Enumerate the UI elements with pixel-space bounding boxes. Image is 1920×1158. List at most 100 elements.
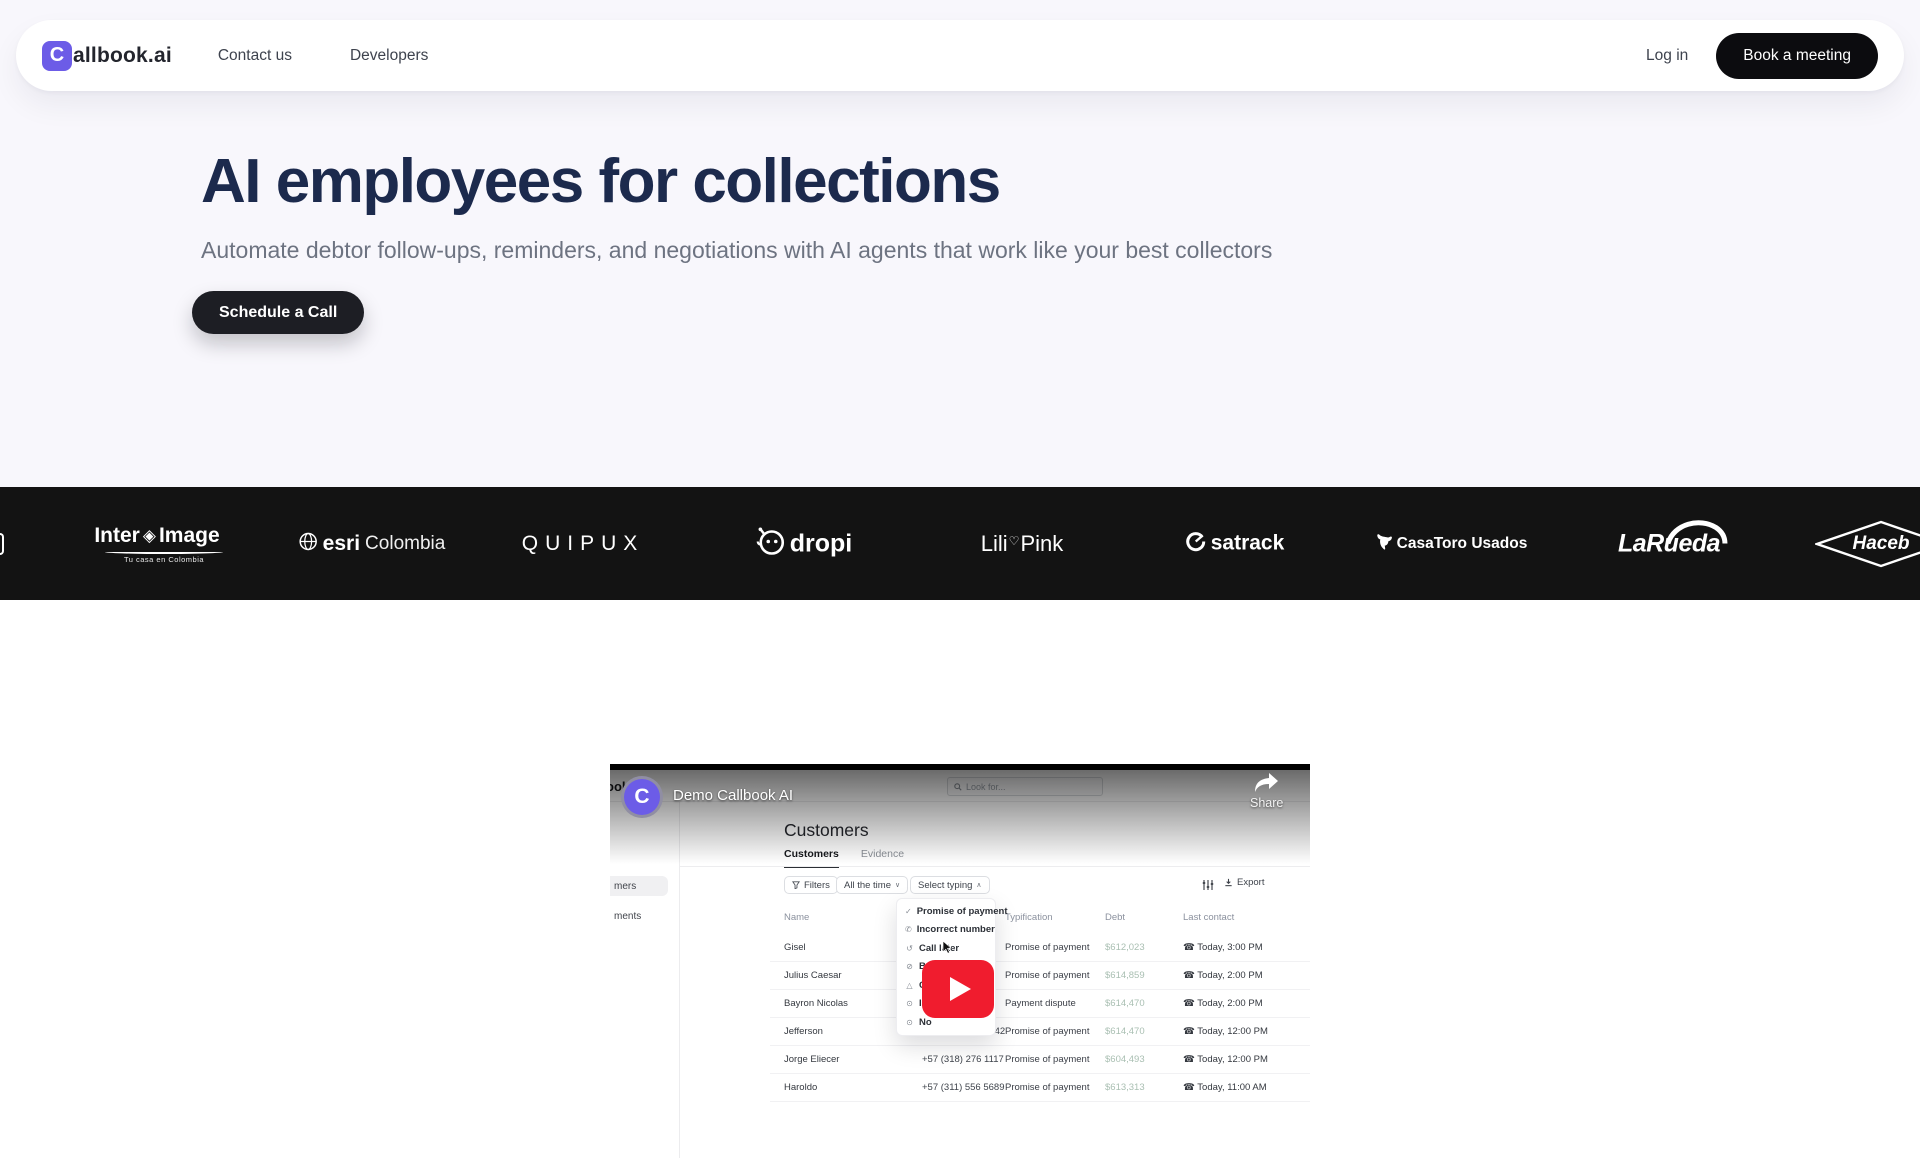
logo-quipux: QUIPUX xyxy=(522,532,645,556)
cell-phone: +57 (318) 276 1117 xyxy=(922,1046,1004,1074)
table-row[interactable]: Haroldo+57 (311) 556 5689Promise of paym… xyxy=(770,1074,1310,1102)
sidebar-item-label: mers xyxy=(614,881,636,892)
cell-name: Haroldo xyxy=(784,1074,817,1102)
export-button[interactable]: Export xyxy=(1224,877,1264,888)
chevron-up-icon: ∧ xyxy=(976,881,981,889)
cell-debt: $613,313 xyxy=(1105,1074,1145,1102)
logo-text: satrack xyxy=(1211,532,1285,556)
login-link[interactable]: Log in xyxy=(1646,47,1688,65)
table-header-Last contact: Last contact xyxy=(1183,912,1234,923)
schedule-call-button[interactable]: Schedule a Call xyxy=(192,291,364,334)
logo-dropi: dropi xyxy=(756,526,853,561)
cell-last-contact: ☎ Today, 3:00 PM xyxy=(1183,934,1263,962)
table-row[interactable]: Julius Caesar Promise of payment $614,859 ☎… xyxy=(770,962,1310,990)
demo-video-player[interactable]: ook Look for... mersments Customers Cust… xyxy=(610,764,1310,1158)
filters-button[interactable]: Filters xyxy=(784,876,838,894)
dropdown-option-label: Incorrect number xyxy=(917,924,995,935)
dropdown-option[interactable]: ✆Incorrect number xyxy=(897,921,995,940)
wheel-arc-icon xyxy=(1666,517,1728,550)
cell-typification: Promise of payment xyxy=(1005,1018,1089,1046)
app-search-input[interactable]: Look for... xyxy=(947,777,1103,796)
search-placeholder: Look for... xyxy=(966,782,1006,792)
clock-icon: ⊙ xyxy=(905,999,914,1008)
dropdown-option-label: No xyxy=(919,1017,932,1028)
time-filter-dropdown[interactable]: All the time ∨ xyxy=(836,876,908,894)
tab-customers[interactable]: Customers xyxy=(784,848,839,868)
filters-label: Filters xyxy=(804,880,830,891)
cell-last-contact: ☎ Today, 11:00 AM xyxy=(1183,1074,1267,1102)
table-row[interactable]: Bayron Nicolas Payment dispute $614,470 ☎ T… xyxy=(770,990,1310,1018)
table-row[interactable]: Jefferson+57 (324) 394 8142Promise of pa… xyxy=(770,1018,1310,1046)
column-settings-button[interactable] xyxy=(1202,878,1214,896)
book-meeting-button[interactable]: Book a meeting xyxy=(1716,33,1878,79)
logo-text: Inter xyxy=(94,524,140,548)
typing-filter-dropdown[interactable]: Select typing ∧ xyxy=(910,876,990,894)
cell-debt: $614,859 xyxy=(1105,962,1145,990)
cell-typification: Payment dispute xyxy=(1005,990,1076,1018)
video-title[interactable]: Demo Callbook AI xyxy=(673,787,793,804)
channel-avatar[interactable]: C xyxy=(621,776,663,818)
cell-typification: Promise of payment xyxy=(1005,962,1089,990)
tab-evidence[interactable]: Evidence xyxy=(861,848,904,868)
check-icon: ✓ xyxy=(905,907,912,916)
sidebar-item-ments[interactable]: ments xyxy=(610,906,668,926)
cell-name: Jefferson xyxy=(784,1018,823,1046)
cut-logo-fragment xyxy=(0,533,4,555)
cell-name: Jorge Eliecer xyxy=(784,1046,839,1074)
sidebar-item-label: ments xyxy=(614,911,641,922)
circle-icon: ⊙ xyxy=(905,1018,914,1027)
dropdown-option-label: Promise of payment xyxy=(917,906,1008,917)
nav-links: Contact us Developers xyxy=(218,47,429,65)
logo-interimage: Inter◈ImageTu casa en Colombia xyxy=(91,524,223,564)
logo-text: QUIPUX xyxy=(522,532,645,556)
cell-debt: $604,493 xyxy=(1105,1046,1145,1074)
logo-text: Lili xyxy=(981,531,1008,557)
logo-lilipink: Lili♡Pink xyxy=(981,531,1063,557)
table-row[interactable]: GiselPromise of payment$612,023☎ Today, … xyxy=(770,934,1310,962)
cell-debt: $614,470 xyxy=(1105,990,1145,1018)
hero-subtitle: Automate debtor follow-ups, reminders, a… xyxy=(201,237,1272,264)
typing-filter-label: Select typing xyxy=(918,880,972,891)
globe-icon xyxy=(299,532,318,556)
table-header-Name: Name xyxy=(784,912,809,923)
cell-name: Julius Caesar xyxy=(784,962,842,990)
cell-phone: +57 (311) 556 5689 xyxy=(922,1074,1005,1102)
share-button[interactable]: Share xyxy=(1250,772,1283,810)
bull-icon xyxy=(1377,533,1393,555)
cell-debt: $612,023 xyxy=(1105,934,1145,962)
cell-name: Bayron Nicolas xyxy=(784,990,848,1018)
play-icon xyxy=(950,977,971,1001)
warning-icon: △ xyxy=(905,981,914,990)
logo-text: Pink xyxy=(1020,531,1063,557)
logo-text: CasaToro Usados xyxy=(1397,535,1528,553)
divider xyxy=(680,866,1310,867)
funnel-icon xyxy=(792,881,800,889)
logo-larueda: LaRueda xyxy=(1618,529,1720,558)
navbar: C allbook.ai Contact us Developers Log in… xyxy=(16,20,1904,91)
cell-last-contact: ☎ Today, 2:00 PM xyxy=(1183,990,1263,1018)
brand-logo[interactable]: C allbook.ai xyxy=(42,41,172,71)
logo-haceb: Haceb xyxy=(1815,520,1920,568)
app-sidebar: mers ments xyxy=(610,802,680,1158)
heart-icon: ♡ xyxy=(1009,534,1020,548)
nav-link-developers[interactable]: Developers xyxy=(350,47,428,65)
swoosh-line xyxy=(105,550,223,554)
redo-icon: ↺ xyxy=(905,944,914,953)
brand-name: allbook.ai xyxy=(73,44,172,68)
download-icon xyxy=(1224,878,1233,887)
chevron-down-icon: ∨ xyxy=(895,881,900,889)
nav-link-contact-us[interactable]: Contact us xyxy=(218,47,292,65)
table-header-Typification: Typification xyxy=(1005,912,1053,923)
logo-text: Colombia xyxy=(365,533,445,555)
cell-last-contact: ☎ Today, 2:00 PM xyxy=(1183,962,1263,990)
sidebar-item-mers[interactable]: mers xyxy=(610,876,668,896)
cell-debt: $614,470 xyxy=(1105,1018,1145,1046)
customer-logo-strip: Inter◈ImageTu casa en ColombiaesriColomb… xyxy=(0,487,1920,600)
table-row[interactable]: Jorge Eliecer+57 (318) 276 1117Promise o… xyxy=(770,1046,1310,1074)
cell-typification: Promise of payment xyxy=(1005,934,1089,962)
dropdown-option[interactable]: ✓Promise of payment xyxy=(897,902,995,921)
robot-icon xyxy=(756,526,786,561)
play-button[interactable] xyxy=(922,960,994,1018)
sliders-icon xyxy=(1202,879,1214,891)
app-tabs: Customers Evidence xyxy=(784,848,904,868)
